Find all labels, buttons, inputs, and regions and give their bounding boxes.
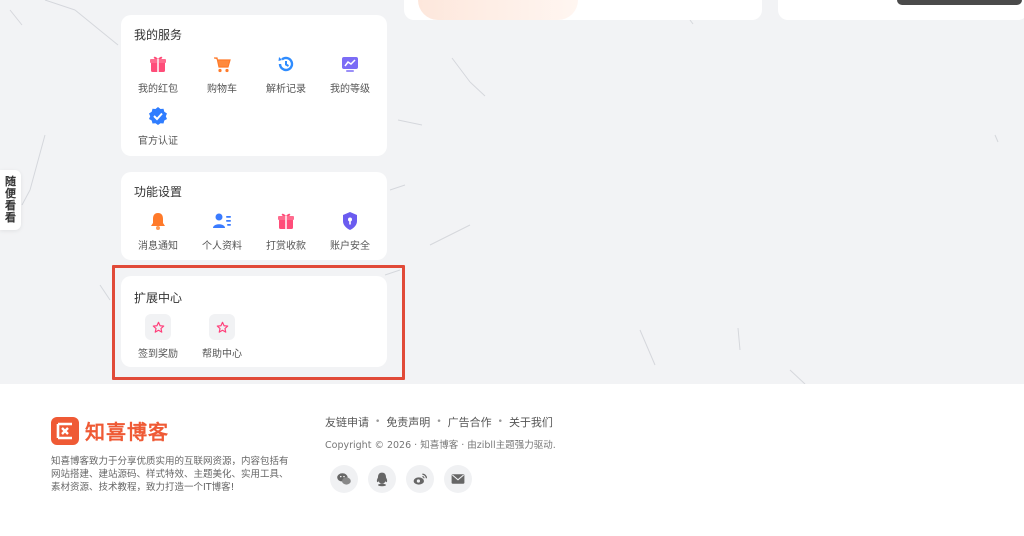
service-item-label: 购物车 <box>207 84 237 95</box>
top-card-right <box>778 0 1024 20</box>
settings-item-label: 消息通知 <box>138 241 178 252</box>
service-item-cart[interactable]: 购物车 <box>197 53 247 95</box>
history-record-icon <box>275 53 297 75</box>
red-packet-icon <box>147 53 169 75</box>
settings-item-rewards[interactable]: 打赏收款 <box>261 210 311 252</box>
site-footer: 知喜博客 知喜博客致力于分享优质实用的互联网资源，内容包括有网站搭建、建站源码、… <box>0 384 1024 536</box>
copyright: Copyright © 2026 · 知喜博客 · 由zibll主题强力驱动. <box>325 437 556 451</box>
brand-name: 知喜博客 <box>85 420 169 444</box>
wechat-icon[interactable] <box>330 465 358 493</box>
footer-link-ads[interactable]: 广告合作 <box>448 414 492 430</box>
footer-link-disclaimer[interactable]: 免责声明 <box>386 414 430 430</box>
gift-icon <box>275 210 297 232</box>
settings-item-security[interactable]: 账户安全 <box>325 210 375 252</box>
footer-link-about[interactable]: 关于我们 <box>509 414 553 430</box>
profile-icon <box>211 210 233 232</box>
service-item-label: 解析记录 <box>266 84 306 95</box>
highlight-box <box>112 265 405 380</box>
site-description: 知喜博客致力于分享优质实用的互联网资源，内容包括有网站搭建、建站源码、样式特效、… <box>51 456 289 493</box>
social-links <box>330 465 472 493</box>
settings-item-label: 个人资料 <box>202 241 242 252</box>
link-separator: • <box>375 417 381 427</box>
level-chart-icon <box>339 53 361 75</box>
settings-card: 功能设置 消息通知 个人资料 打赏收款 账户安全 <box>121 172 387 260</box>
random-browse-tab[interactable]: 随 便 看 看 <box>0 170 21 230</box>
service-item-level[interactable]: 我的等级 <box>325 53 375 95</box>
settings-item-notifications[interactable]: 消息通知 <box>133 210 183 252</box>
site-logo[interactable]: 知喜博客 <box>51 416 169 445</box>
email-icon[interactable] <box>444 465 472 493</box>
settings-title: 功能设置 <box>134 185 183 199</box>
settings-item-profile[interactable]: 个人资料 <box>197 210 247 252</box>
footer-link-friend[interactable]: 友链申请 <box>325 414 369 430</box>
weibo-icon[interactable] <box>406 465 434 493</box>
service-item-label: 官方认证 <box>138 136 178 147</box>
settings-item-label: 打赏收款 <box>266 241 306 252</box>
settings-item-label: 账户安全 <box>330 241 370 252</box>
service-item-history[interactable]: 解析记录 <box>261 53 311 95</box>
service-item-label: 我的等级 <box>330 84 370 95</box>
link-separator: • <box>436 417 442 427</box>
shield-lock-icon <box>339 210 361 232</box>
my-services-card: 我的服务 我的红包 购物车 解析记录 我的等级 官方认证 <box>121 15 387 156</box>
tab-char: 看 <box>5 211 16 224</box>
service-item-label: 我的红包 <box>138 84 178 95</box>
my-services-title: 我的服务 <box>134 28 183 42</box>
bell-icon <box>147 210 169 232</box>
qq-icon[interactable] <box>368 465 396 493</box>
service-item-red-packet[interactable]: 我的红包 <box>133 53 183 95</box>
link-separator: • <box>497 417 503 427</box>
shopping-cart-icon <box>211 53 233 75</box>
service-item-verified[interactable]: 官方认证 <box>133 105 183 147</box>
verified-badge-icon <box>147 105 169 127</box>
copyright-text: Copyright © 2026 · 知喜博客 · 由zibll主题强力驱动. <box>325 440 556 451</box>
top-card-left <box>404 0 762 20</box>
footer-links: 友链申请 • 免责声明 • 广告合作 • 关于我们 <box>325 414 553 430</box>
logo-mark-icon <box>51 416 79 445</box>
